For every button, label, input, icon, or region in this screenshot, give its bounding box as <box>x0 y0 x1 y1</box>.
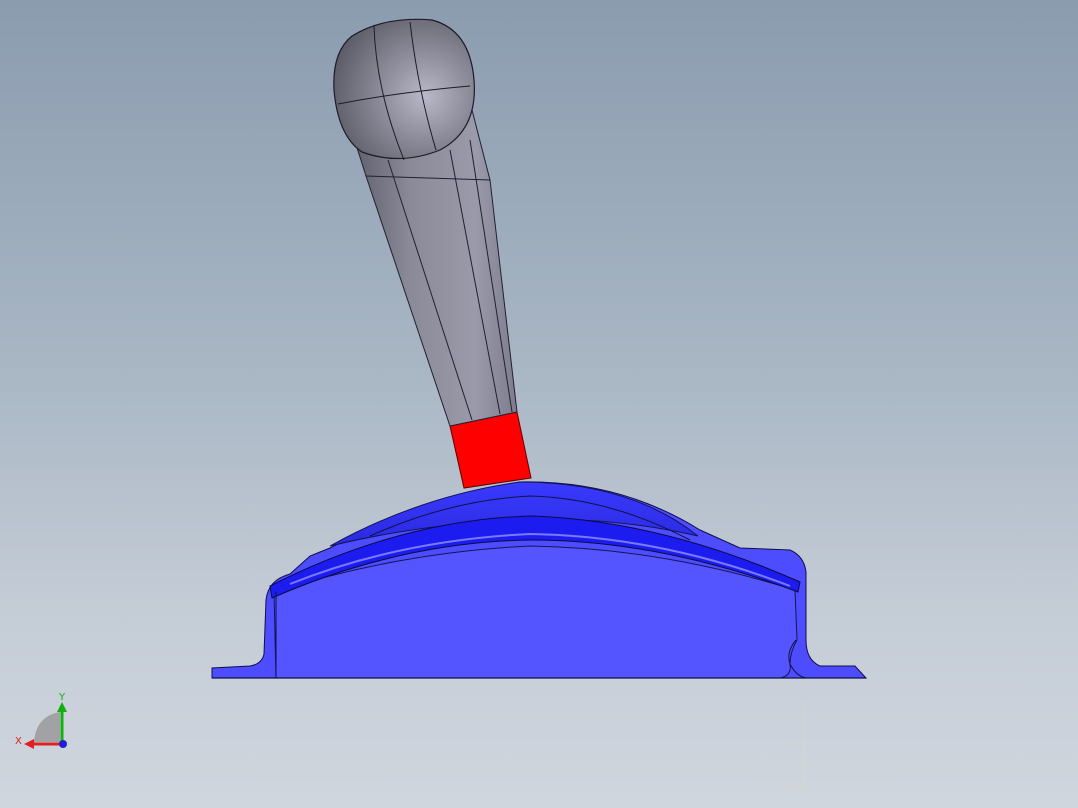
triad-z-axis <box>59 740 67 748</box>
triad-x-arrow <box>24 739 34 749</box>
housing[interactable] <box>211 481 868 679</box>
triad-plane-shade <box>34 712 60 742</box>
triad-y-label: Y <box>58 692 66 703</box>
reference-marks <box>786 700 806 787</box>
shaft-body <box>351 109 518 427</box>
triad-y-arrow <box>57 702 67 712</box>
knob-body <box>333 18 475 160</box>
lever-knob[interactable] <box>333 18 475 161</box>
graphics-viewport[interactable]: Y X <box>0 0 1078 808</box>
lever-shaft[interactable] <box>351 109 518 427</box>
coordinate-triad: Y X <box>15 692 67 749</box>
cad-scene[interactable]: Y X <box>0 0 1078 808</box>
triad-x-label: X <box>15 736 22 747</box>
